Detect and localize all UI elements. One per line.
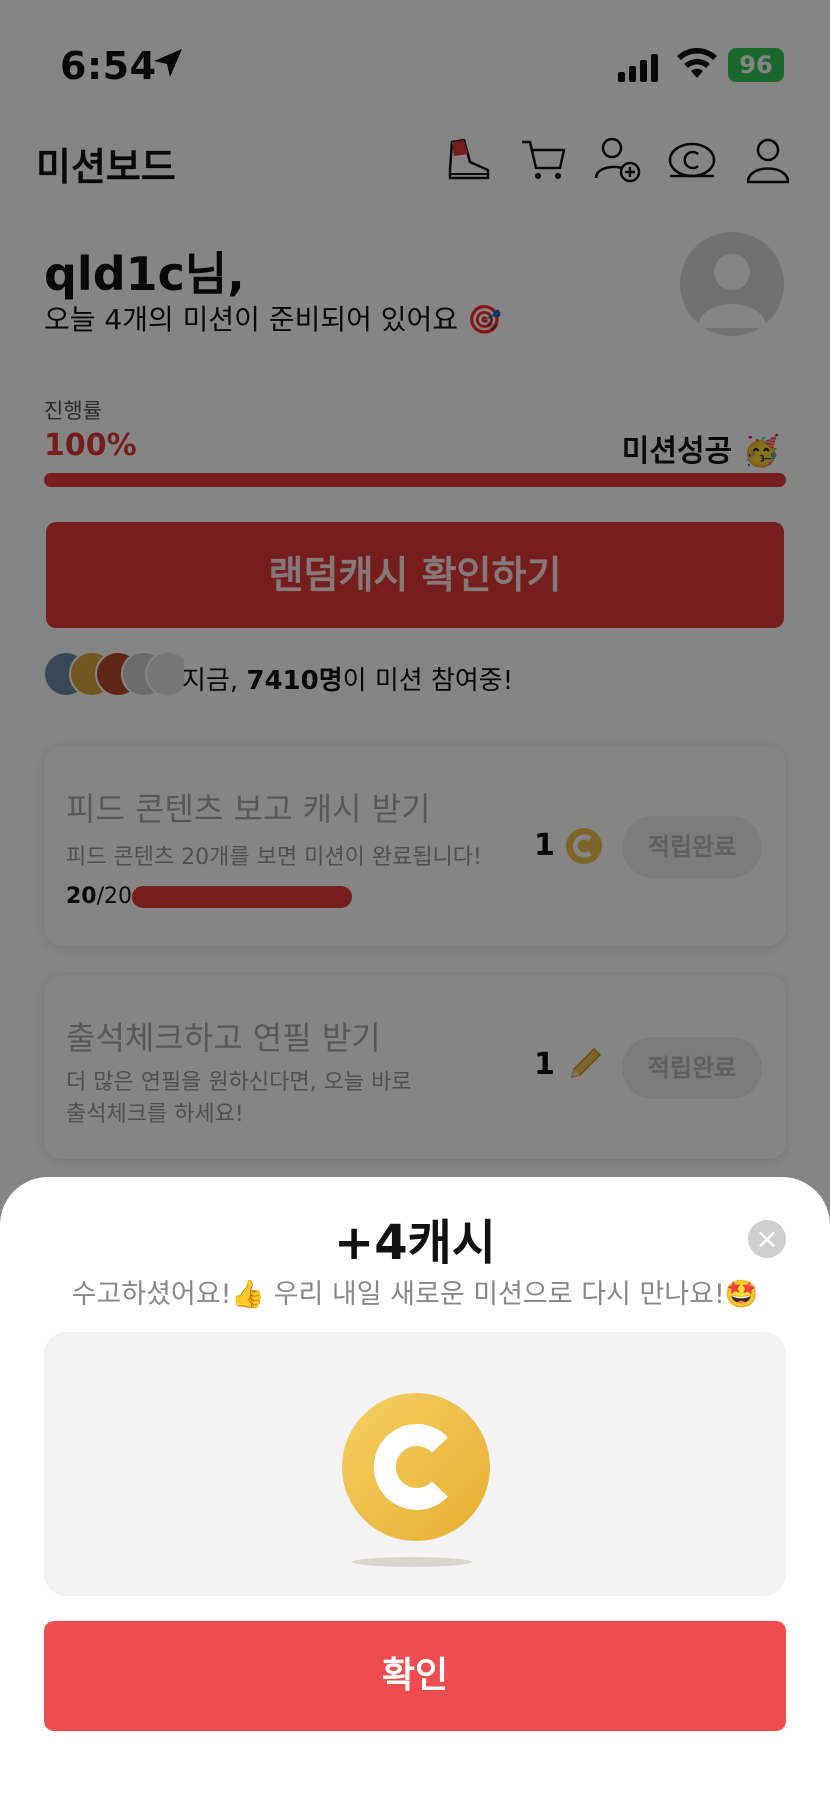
- confirm-button[interactable]: 확인: [44, 1621, 786, 1731]
- reward-title: +4캐시: [334, 1215, 496, 1271]
- close-button[interactable]: ×: [748, 1220, 786, 1258]
- reward-message: 수고하셨어요!👍 우리 내일 새로운 미션으로 다시 만나요!🤩: [71, 1279, 759, 1310]
- close-icon: ×: [755, 1222, 779, 1255]
- coin-shadow: [352, 1557, 472, 1567]
- large-coin-icon: [342, 1393, 490, 1541]
